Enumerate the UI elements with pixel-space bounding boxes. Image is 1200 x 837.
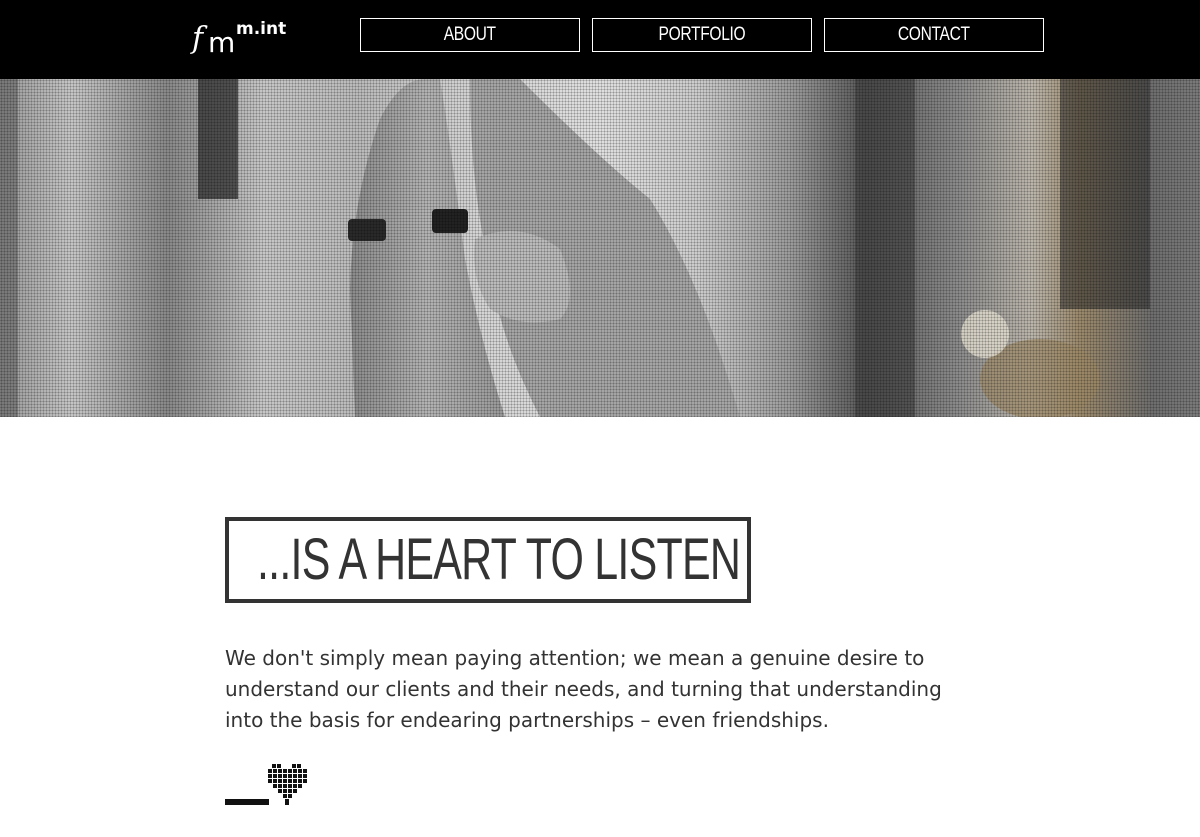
hero-image [0,79,1200,417]
nav-contact-label: CONTACT [898,24,970,45]
section-paragraph: We don't simply mean paying attention; w… [225,646,942,732]
nav-portfolio-button[interactable]: PORTFOLIO [592,18,812,52]
nav-about-button[interactable]: ABOUT [360,18,580,52]
divider-line [225,799,269,805]
section-heading: ...IS A HEART TO LISTEN [257,527,741,592]
nav-contact-button[interactable]: CONTACT [824,18,1044,52]
nav-portfolio-label: PORTFOLIO [658,24,746,45]
nav-about-label: ABOUT [443,24,497,45]
pixel-heart-icon [268,764,307,805]
logo-suffix: m.int [236,19,287,39]
fmm-logo[interactable]: f m m.int [192,18,292,62]
logo-m: m [208,26,235,59]
site-header: f m m.int ABOUT PORTFOLIO CONTACT [0,0,1200,79]
logo-f: f [192,21,204,56]
halftone-overlay [0,79,1200,417]
section-heading-box: ...IS A HEART TO LISTEN [225,517,751,603]
